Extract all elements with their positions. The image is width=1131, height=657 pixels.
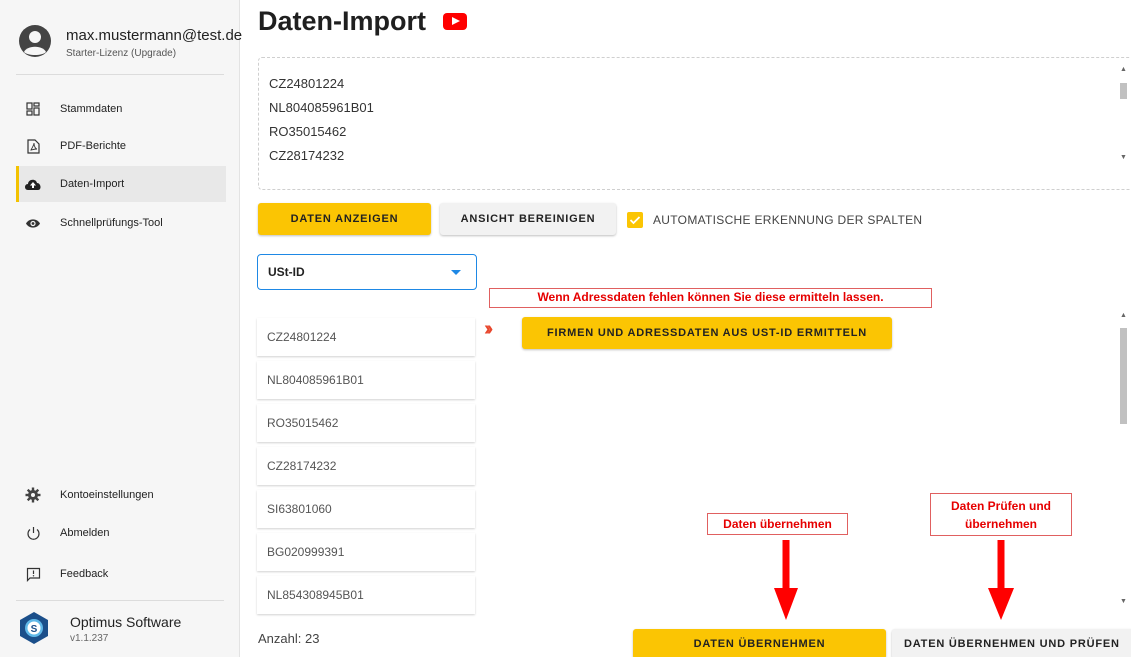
sidebar-item-stammdaten[interactable]: Stammdaten [16,91,226,127]
count-label: Anzahl: 23 [258,631,320,646]
list-item[interactable]: BG020999391 [257,533,475,571]
pdf-icon [24,137,42,155]
scroll-up-icon[interactable]: ▲ [1120,312,1127,319]
check-take-over-hint: Daten Prüfen und übernehmen [930,493,1072,536]
import-text-line: CZ28174232 [269,148,345,163]
textarea-scrollbar[interactable]: ▲ ▼ [1117,66,1129,166]
sidebar-item-feedback[interactable]: Feedback [16,556,226,592]
caret-down-icon [451,270,461,275]
check-icon [629,216,641,225]
sidebar-item-abmelden[interactable]: Abmelden [16,515,226,551]
sidebar-item-label: Schnellprüfungs-Tool [60,217,163,229]
divider [16,600,224,601]
brand-version: v1.1.237 [70,633,109,644]
optimus-logo-icon: S [20,612,48,644]
import-text-line: NL804085961B01 [269,100,374,115]
power-icon [24,524,42,542]
sidebar-item-label: Stammdaten [60,103,123,115]
scroll-down-icon[interactable]: ▼ [1120,154,1127,161]
show-data-button[interactable]: DATEN ANZEIGEN [258,203,431,235]
scrollbar-thumb[interactable] [1120,328,1127,424]
cloud-upload-icon [24,175,42,193]
red-arrow-down-icon [774,540,798,620]
sidebar-item-daten-import[interactable]: Daten-Import [16,166,226,202]
auto-detect-checkbox[interactable] [627,212,643,228]
scroll-down-icon[interactable]: ▼ [1120,598,1127,605]
double-chevron-right-icon: ›› [484,318,494,340]
lookup-address-button[interactable]: FIRMEN UND ADRESSDATEN AUS UST-ID ERMITT… [522,317,892,349]
sidebar-item-kontoeinstellungen[interactable]: Kontoeinstellungen [16,477,226,513]
take-over-and-check-button[interactable]: DATEN ÜBERNEHMEN UND PRÜFEN [892,629,1131,657]
sidebar-item-label: Feedback [60,568,109,580]
clear-view-button[interactable]: ANSICHT BEREINIGEN [440,203,616,235]
sidebar-item-label: PDF-Berichte [60,140,127,152]
page-title: Daten-Import [258,6,426,36]
sidebar: max.mustermann@test.de Starter-Lizenz (U… [0,0,243,657]
dashboard-icon [24,100,42,118]
sidebar-item-label: Abmelden [60,527,110,539]
list-item[interactable]: SI63801060 [257,490,475,528]
list-item[interactable]: NL804085961B01 [257,361,475,399]
svg-text:S: S [31,624,38,635]
eye-icon [24,214,42,232]
sidebar-item-schnellpruefungs-tool[interactable]: Schnellprüfungs-Tool [16,205,226,241]
import-text-line: RO35015462 [269,124,347,139]
gear-icon [24,486,42,504]
list-scrollbar[interactable]: ▲ ▼ [1117,310,1129,612]
list-item[interactable]: CZ24801224 [257,318,475,356]
auto-detect-label[interactable]: AUTOMATISCHE ERKENNUNG DER SPALTEN [653,213,922,227]
take-over-button[interactable]: DATEN ÜBERNEHMEN [633,629,886,657]
list-item[interactable]: CZ28174232 [257,447,475,485]
column-select[interactable]: USt-ID [257,254,477,290]
scroll-up-icon[interactable]: ▲ [1120,66,1127,73]
sidebar-item-label: Daten-Import [60,178,125,190]
column-select-value: USt-ID [268,265,305,279]
take-over-hint: Daten übernehmen [707,513,848,535]
address-hint: Wenn Adressdaten fehlen können Sie diese… [489,288,932,308]
list-item[interactable]: NL854308945B01 [257,576,475,614]
brand-name: Optimus Software [70,614,182,630]
divider [16,74,224,75]
feedback-icon [24,565,42,583]
youtube-icon[interactable] [443,13,467,30]
user-panel[interactable]: max.mustermann@test.de Starter-Lizenz (U… [0,0,243,74]
scrollbar-thumb[interactable] [1120,83,1127,99]
sidebar-item-label: Kontoeinstellungen [60,489,154,501]
account-circle-icon [19,25,51,57]
import-textarea[interactable]: CZ24801224 NL804085961B01 RO35015462 CZ2… [258,57,1131,190]
sidebar-item-pdf-berichte[interactable]: PDF-Berichte [16,128,226,164]
import-text-lines: CZ24801224 NL804085961B01 RO35015462 CZ2… [269,72,374,168]
import-text-line: CZ24801224 [269,76,345,91]
list-item[interactable]: RO35015462 [257,404,475,442]
red-arrow-down-icon [988,540,1014,620]
user-email: max.mustermann@test.de [66,27,243,44]
license-link[interactable]: Starter-Lizenz (Upgrade) [66,48,176,59]
